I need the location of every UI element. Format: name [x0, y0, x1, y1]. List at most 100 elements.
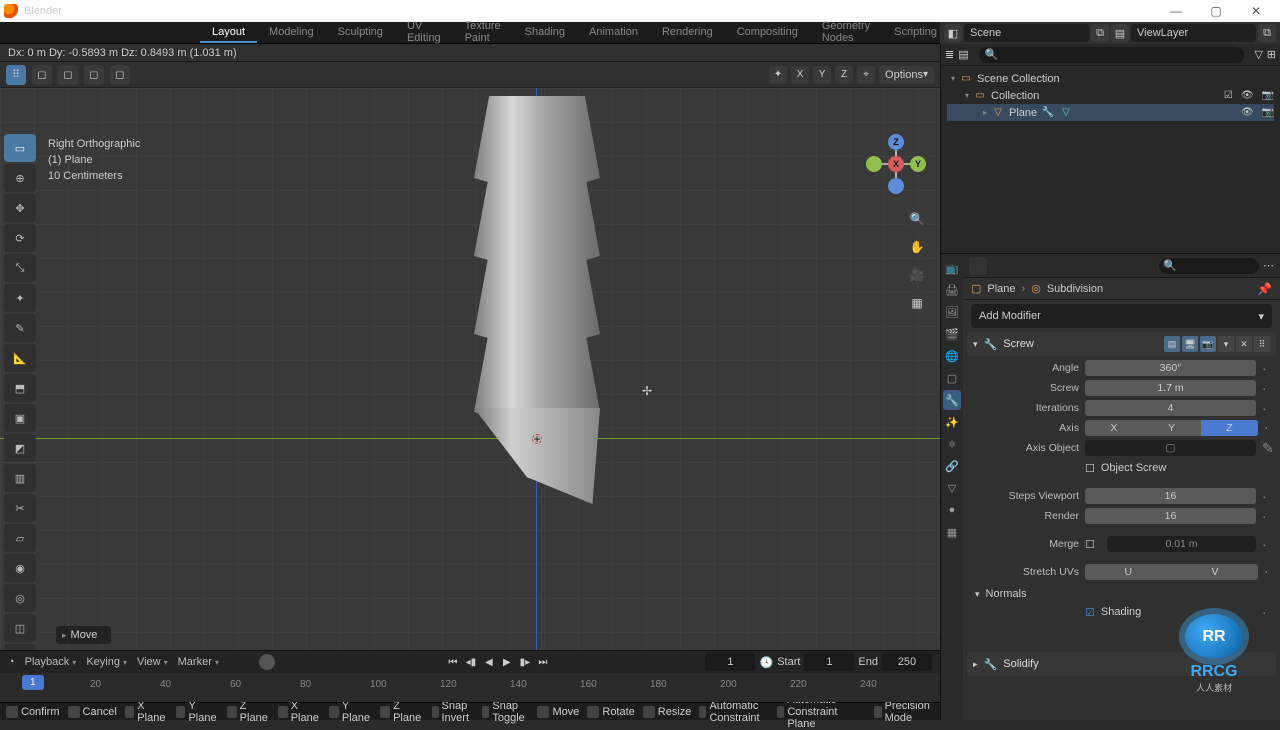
gizmo-z-icon[interactable]: Z: [888, 134, 904, 150]
stretch-v-btn[interactable]: V: [1172, 564, 1259, 580]
tool-loopcut[interactable]: ▥: [4, 464, 36, 492]
tab-sculpting[interactable]: Sculpting: [326, 22, 395, 43]
last-operator-panel[interactable]: Move: [56, 626, 111, 644]
tool-edge[interactable]: ◫: [4, 614, 36, 642]
steps-viewport-field[interactable]: 16: [1085, 488, 1256, 504]
play-icon[interactable]: ▶: [499, 654, 515, 670]
tab-modeling[interactable]: Modeling: [257, 22, 326, 43]
maximize-button[interactable]: ▢: [1196, 0, 1236, 22]
end-frame-field[interactable]: 250: [882, 653, 932, 671]
eyedropper-icon[interactable]: ✎: [1262, 440, 1268, 457]
modifier-screw-header[interactable]: ▾ 🔧 Screw ▤ 🖥 📷 ▾ ✕ ⠿: [967, 332, 1276, 356]
tab-animation[interactable]: Animation: [577, 22, 650, 43]
eye-icon[interactable]: 👁: [1241, 107, 1254, 118]
props-search[interactable]: 🔍: [1159, 258, 1259, 274]
tool-rotate[interactable]: ⟳: [4, 224, 36, 252]
gizmo-y-icon[interactable]: Y: [910, 156, 926, 172]
timeline-keying[interactable]: Keying: [86, 656, 127, 668]
scene-new-icon[interactable]: ⧉: [1091, 24, 1109, 42]
merge-checkbox[interactable]: ☐: [1085, 538, 1101, 551]
scene-browse-icon[interactable]: ◧: [944, 24, 962, 42]
tool-bevel[interactable]: ◩: [4, 434, 36, 462]
outliner-scene-collection[interactable]: ▾ ▭ Scene Collection: [947, 70, 1274, 87]
ptab-material[interactable]: ●: [943, 500, 961, 520]
viewlayer-new-icon[interactable]: ⧉: [1258, 24, 1276, 42]
ptab-modifier[interactable]: 🔧: [943, 390, 961, 410]
outliner-collection[interactable]: ▾ ▭ Collection ☑ 👁 📷: [947, 87, 1274, 104]
jump-end-icon[interactable]: ⏭: [535, 654, 551, 670]
camera-icon[interactable]: 🎥: [906, 264, 928, 286]
outliner-display-icon[interactable]: ▤: [958, 48, 968, 61]
tab-compositing[interactable]: Compositing: [725, 22, 810, 43]
axis-x-btn[interactable]: X: [1085, 420, 1143, 436]
outliner-filter-icon[interactable]: ▽: [1254, 48, 1262, 61]
pin-icon[interactable]: 📌: [1257, 282, 1272, 296]
screw-field[interactable]: 1.7 m: [1085, 380, 1256, 396]
outliner-new-collection-icon[interactable]: ⊞: [1267, 48, 1276, 61]
ptab-scene[interactable]: 🎬: [943, 324, 961, 344]
select-mode-4[interactable]: ◻: [110, 65, 130, 85]
tab-geonodes[interactable]: Geometry Nodes: [810, 22, 882, 43]
props-options-icon[interactable]: ⋯: [1263, 259, 1274, 272]
timeline-playback[interactable]: Playback: [25, 656, 77, 668]
disclosure-icon[interactable]: ▾: [973, 339, 978, 350]
ptab-output[interactable]: 🖨: [943, 280, 961, 300]
navigation-gizmo[interactable]: Z X Y: [866, 134, 926, 194]
steps-render-field[interactable]: 16: [1085, 508, 1256, 524]
add-modifier-dropdown[interactable]: Add Modifier▾: [971, 304, 1272, 328]
timeline-editor-icon[interactable]: ◔: [8, 656, 15, 668]
tool-cursor[interactable]: ⊕: [4, 164, 36, 192]
tool-annotate[interactable]: ✎: [4, 314, 36, 342]
play-rev-icon[interactable]: ◀: [481, 654, 497, 670]
tool-knife[interactable]: ✂: [4, 494, 36, 522]
tool-shrink[interactable]: ❖: [4, 644, 36, 650]
exclude-icon[interactable]: ☑: [1224, 90, 1233, 101]
axis-x-toggle[interactable]: X: [791, 66, 809, 84]
mod-drag-icon[interactable]: ⠿: [1254, 336, 1270, 352]
3d-viewport[interactable]: ✢ ▭ ⊕ ✥ ⟳ ⤡ ✦ ✎ 📐 ⬒ ▣ ◩ ▥ ✂ ▱ ◉ ◎ ◫ ❖ ⋮: [0, 88, 940, 650]
mod-render-icon[interactable]: 📷: [1200, 336, 1216, 352]
mod-extras-icon[interactable]: ▾: [1218, 336, 1234, 352]
gizmo-icon[interactable]: ⌖: [857, 66, 875, 84]
ptab-object[interactable]: ▢: [943, 368, 961, 388]
tab-uv[interactable]: UV Editing: [395, 22, 453, 43]
pan-icon[interactable]: ✋: [906, 236, 928, 258]
ptab-physics[interactable]: ⚛: [943, 434, 961, 454]
tool-move[interactable]: ✥: [4, 194, 36, 222]
tab-layout[interactable]: Layout: [200, 22, 257, 43]
scene-field[interactable]: Scene: [964, 24, 1089, 42]
ptab-render[interactable]: 📺: [943, 258, 961, 278]
outliner-object-plane[interactable]: ▸ ▽ Plane 🔧 ▽ 👁 📷: [947, 104, 1274, 121]
ptab-mesh[interactable]: ▽: [943, 478, 961, 498]
minimize-button[interactable]: —: [1156, 0, 1196, 22]
viewlayer-field[interactable]: ViewLayer: [1131, 24, 1256, 42]
axis-y-toggle[interactable]: Y: [813, 66, 831, 84]
camera-icon[interactable]: 📷: [1262, 107, 1274, 118]
disclosure-icon[interactable]: ▾: [951, 74, 955, 83]
timeline-ruler[interactable]: 1 20 40 60 80 100 120 140 160 180 200 22…: [0, 673, 940, 702]
key-next-icon[interactable]: ▮▸: [517, 654, 533, 670]
key-prev-icon[interactable]: ◂▮: [463, 654, 479, 670]
axis-object-field[interactable]: ▢: [1085, 440, 1256, 456]
select-mode-1[interactable]: ◻: [32, 65, 52, 85]
disclosure-icon[interactable]: ▾: [965, 91, 969, 100]
ptab-texture[interactable]: ▦: [943, 522, 961, 542]
ptab-constraints[interactable]: 🔗: [943, 456, 961, 476]
timeline-marker[interactable]: Marker: [178, 656, 219, 668]
tab-texpaint[interactable]: Texture Paint: [453, 22, 513, 43]
autokey-icon[interactable]: [259, 654, 275, 670]
tool-inset[interactable]: ▣: [4, 404, 36, 432]
gizmo-neg-y-icon[interactable]: [866, 156, 882, 172]
angle-field[interactable]: 360°: [1085, 360, 1256, 376]
camera-icon[interactable]: 📷: [1262, 90, 1274, 101]
select-mode-2[interactable]: ◻: [58, 65, 78, 85]
tool-scale[interactable]: ⤡: [4, 254, 36, 282]
clock-icon[interactable]: 🕓: [759, 656, 773, 669]
mod-edit-icon[interactable]: 🖥: [1182, 336, 1198, 352]
options-dropdown[interactable]: Options ▾: [879, 66, 934, 84]
playhead[interactable]: 1: [22, 675, 44, 690]
modifier-solidify-header[interactable]: ▸ 🔧 Solidify: [967, 652, 1276, 676]
timeline-view[interactable]: View: [137, 656, 168, 668]
outliner-editor-icon[interactable]: ≣: [945, 48, 954, 61]
mod-delete-icon[interactable]: ✕: [1236, 336, 1252, 352]
